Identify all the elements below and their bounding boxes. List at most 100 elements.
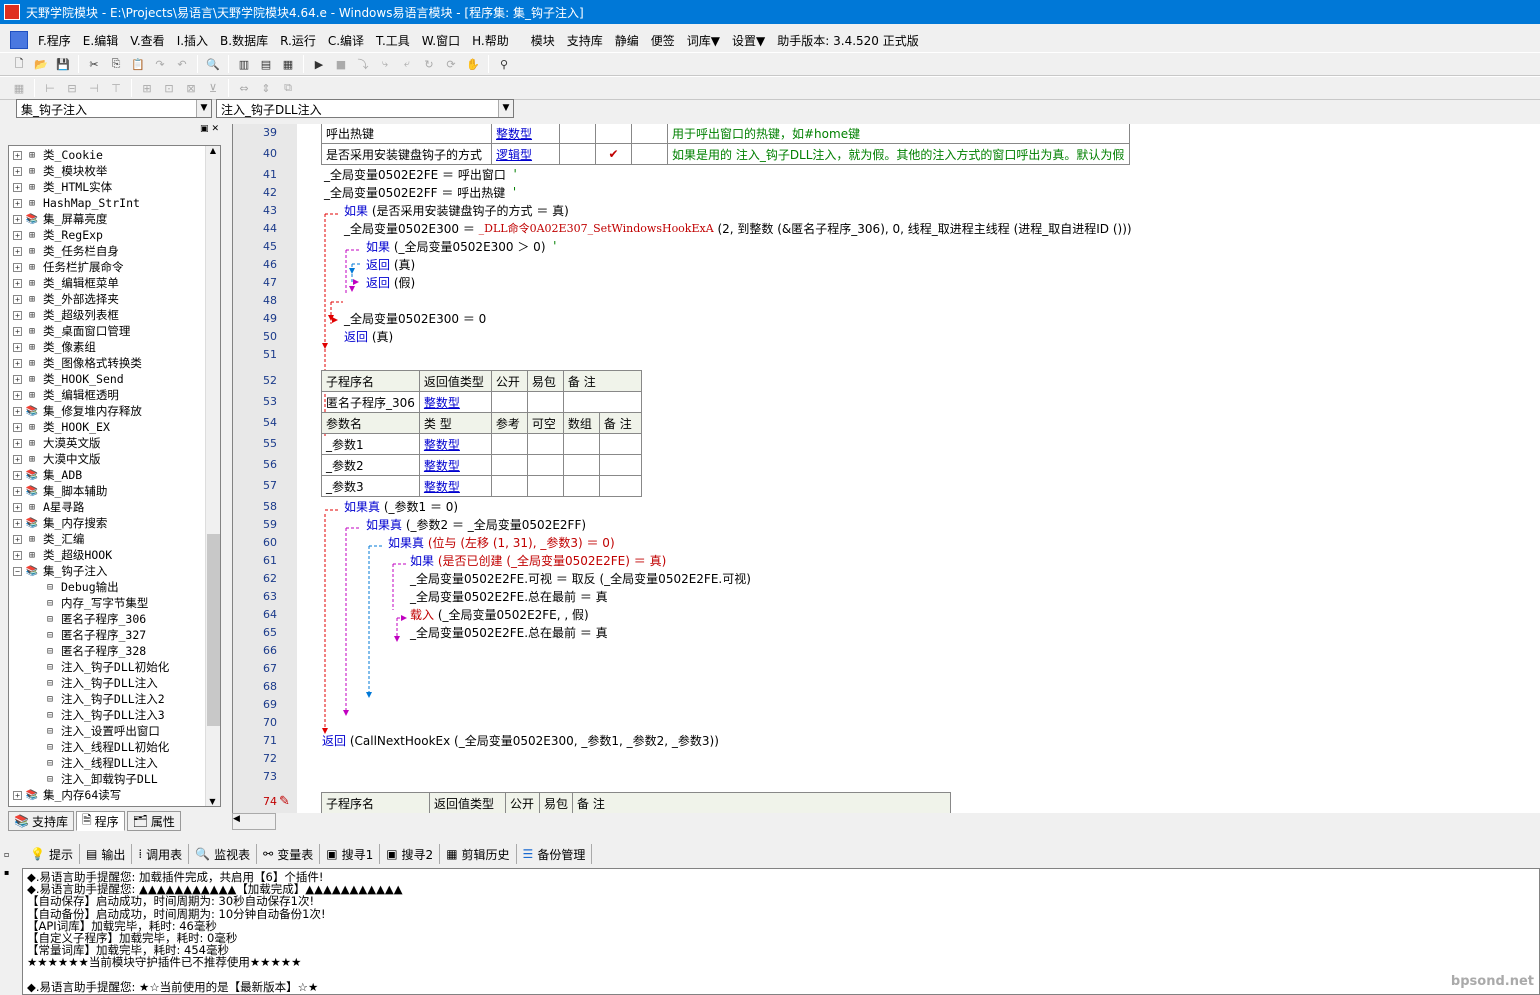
tree-item[interactable]: + ⊞ 类_HOOK_Send xyxy=(9,371,220,387)
run-icon[interactable]: ▶ xyxy=(309,55,329,73)
center-v-icon[interactable]: ⇕ xyxy=(256,79,276,97)
tab-variables[interactable]: ⚯ 变量表 xyxy=(257,844,321,864)
tab-hint[interactable]: 💡 提示 xyxy=(24,844,80,864)
code-line-63[interactable]: _全局变量0502E2FE.总在最前 ＝ 真 xyxy=(410,587,608,605)
same-height-icon[interactable]: ⊡ xyxy=(159,79,179,97)
expand-icon[interactable]: + xyxy=(13,262,22,272)
tab-clip-history[interactable]: ▦ 剪辑历史 xyxy=(440,844,517,864)
tree-child-item[interactable]: ⊟ 注入_钩子DLL注入 xyxy=(43,675,220,691)
expand-icon[interactable]: + xyxy=(13,790,22,800)
tree-child-item[interactable]: ⊟ 注入_钩子DLL注入3 xyxy=(43,707,220,723)
tree-item[interactable]: + 📚 集_修复堆内存释放 xyxy=(9,403,220,419)
restore-icon[interactable]: ▣ xyxy=(200,124,209,136)
tab-support-lib[interactable]: 📚 支持库 xyxy=(8,811,74,831)
center-h-icon[interactable]: ⇔ xyxy=(234,79,254,97)
table-cell[interactable] xyxy=(598,454,642,476)
code-line-45[interactable]: 如果 (_全局变量0502E300 ＞ 0) ' xyxy=(366,237,556,255)
expand-icon[interactable]: + xyxy=(13,166,22,176)
table-cell[interactable]: 整数型 xyxy=(418,475,492,497)
hand-icon[interactable]: ✋ xyxy=(463,55,483,73)
tree-child-item[interactable]: ⊟ 注入_设置呼出窗口 xyxy=(43,723,220,739)
expand-icon[interactable]: + xyxy=(13,342,22,352)
chevron-down-icon[interactable]: ▼ xyxy=(196,100,211,117)
menu-window[interactable]: W.窗口 xyxy=(416,32,466,49)
code-line-43[interactable]: 如果 (是否采用安装键盘钩子的方式 ＝ 真) xyxy=(344,201,569,219)
scroll-left-icon[interactable]: ◀ xyxy=(233,814,240,824)
code-line-44[interactable]: _全局变量0502E300 ＝ _DLL命令0A02E307_SetWindow… xyxy=(344,219,1132,237)
code-line-61[interactable]: 如果 (是否已创建 (_全局变量0502E2FE) ＝ 真) xyxy=(410,551,666,569)
expand-icon[interactable]: + xyxy=(13,518,22,528)
tree-child-item[interactable]: ⊟ 内存_写字节集型 xyxy=(43,595,220,611)
tree-child-item[interactable]: ⊟ 匿名子程序_328 xyxy=(43,643,220,659)
tree-item[interactable]: + ⊞ 类_图像格式转换类 xyxy=(9,355,220,371)
tab-backup[interactable]: ☰ 备份管理 xyxy=(517,844,593,864)
layout-3-icon[interactable]: ▦ xyxy=(278,55,298,73)
menu-static-compile[interactable]: 静编 xyxy=(609,32,645,49)
tree-item[interactable]: + ⊞ 类_模块枚举 xyxy=(9,163,220,179)
tree-child-item[interactable]: ⊟ 注入_线程DLL注入 xyxy=(43,755,220,771)
tree-item[interactable]: + ⊞ A星寻路 xyxy=(9,499,220,515)
code-line-71[interactable]: 返回 (CallNextHookEx (_全局变量0502E300, _参数1,… xyxy=(322,731,719,749)
menu-file[interactable]: F.程序 xyxy=(32,32,77,49)
expand-icon[interactable]: + xyxy=(13,374,22,384)
table-cell[interactable] xyxy=(562,433,600,455)
cut-icon[interactable]: ✂ xyxy=(84,55,104,73)
expand-icon[interactable]: + xyxy=(13,470,22,480)
menu-settings[interactable]: 设置▼ xyxy=(726,32,771,49)
tree-child-item[interactable]: ⊟ 注入_卸载钩子DLL xyxy=(43,771,220,787)
align-right-icon[interactable]: ⊣ xyxy=(84,79,104,97)
layout-1-icon[interactable]: ▥ xyxy=(234,55,254,73)
expand-icon[interactable]: + xyxy=(13,406,22,416)
expand-icon[interactable]: + xyxy=(13,422,22,432)
expand-icon[interactable]: + xyxy=(13,502,22,512)
tab-watch[interactable]: 🔍 监视表 xyxy=(189,844,258,864)
tab-search1[interactable]: ▣ 搜寻1 xyxy=(320,844,381,864)
tab-output[interactable]: ▤ 输出 xyxy=(80,844,133,864)
code-line-47[interactable]: 返回 (假) xyxy=(366,273,415,291)
table-cell[interactable]: _参数3 xyxy=(321,475,420,497)
tree-item[interactable]: + ⊞ 类_编辑框透明 xyxy=(9,387,220,403)
table-cell[interactable]: 整数型 xyxy=(418,433,492,455)
expand-icon[interactable]: + xyxy=(13,438,22,448)
code-line-42[interactable]: _全局变量0502E2FF ＝ 呼出热键 ' xyxy=(324,183,516,201)
tree-scrollbar[interactable]: ▲ ▼ xyxy=(205,146,220,806)
redo-icon[interactable]: ↷ xyxy=(150,55,170,73)
expand-icon[interactable]: + xyxy=(13,454,22,464)
app-logo-icon[interactable] xyxy=(10,31,28,49)
step-4-icon[interactable]: ↻ xyxy=(419,55,439,73)
space-icon[interactable]: ⊻ xyxy=(203,79,223,97)
panel-pin-icon[interactable]: ▫ xyxy=(4,850,10,859)
tree-child-item[interactable]: ⊟ 注入_线程DLL初始化 xyxy=(43,739,220,755)
binoculars-icon[interactable]: ⚲ xyxy=(494,55,514,73)
tree-item[interactable]: + ⊞ HashMap_StrInt xyxy=(9,195,220,211)
tree-item[interactable]: + 📚 集_屏幕亮度 xyxy=(9,211,220,227)
menu-tools[interactable]: T.工具 xyxy=(370,32,416,49)
tree-item[interactable]: + ⊞ 类_任务栏自身 xyxy=(9,243,220,259)
menu-thesaurus[interactable]: 词库▼ xyxy=(681,32,726,49)
output-panel[interactable]: ◆.易语言助手提醒您: 加载插件完成，共启用【6】个插件! ◆.易语言助手提醒您:… xyxy=(22,868,1540,995)
code-line-65[interactable]: _全局变量0502E2FE.总在最前 ＝ 真 xyxy=(410,623,608,641)
grid-icon[interactable]: ▦ xyxy=(9,79,29,97)
tree-item[interactable]: + 📚 集_脚本辅助 xyxy=(9,483,220,499)
code-line-49[interactable]: _全局变量0502E300 ＝ 0 xyxy=(344,309,486,327)
close-panel-icon[interactable]: ▪ xyxy=(4,868,9,877)
step-3-icon[interactable]: ⤶ xyxy=(397,55,417,73)
open-folder-icon[interactable]: 📂 xyxy=(31,55,51,73)
table-cell[interactable] xyxy=(526,433,564,455)
expand-icon[interactable]: + xyxy=(13,294,22,304)
table-cell[interactable]: 整数型 xyxy=(418,391,492,413)
align-left-icon[interactable]: ⊢ xyxy=(40,79,60,97)
code-line-50[interactable]: 返回 (真) xyxy=(344,327,393,345)
tree-item[interactable]: + ⊞ 类_编辑框菜单 xyxy=(9,275,220,291)
table-cell[interactable] xyxy=(526,475,564,497)
stop-icon[interactable]: ■ xyxy=(331,55,351,73)
table-cell[interactable]: 整数型 xyxy=(418,454,492,476)
copy-icon[interactable]: ⎘ xyxy=(106,55,126,73)
expand-icon[interactable]: + xyxy=(13,390,22,400)
close-icon[interactable]: ✕ xyxy=(211,124,219,136)
table-cell[interactable] xyxy=(562,391,642,413)
tree-item[interactable]: + ⊞ 类_HOOK_EX xyxy=(9,419,220,435)
tree-item[interactable]: + ⊞ 大漠英文版 xyxy=(9,435,220,451)
tree-child-item[interactable]: ⊟ 匿名子程序_306 xyxy=(43,611,220,627)
align-center-icon[interactable]: ⊟ xyxy=(62,79,82,97)
